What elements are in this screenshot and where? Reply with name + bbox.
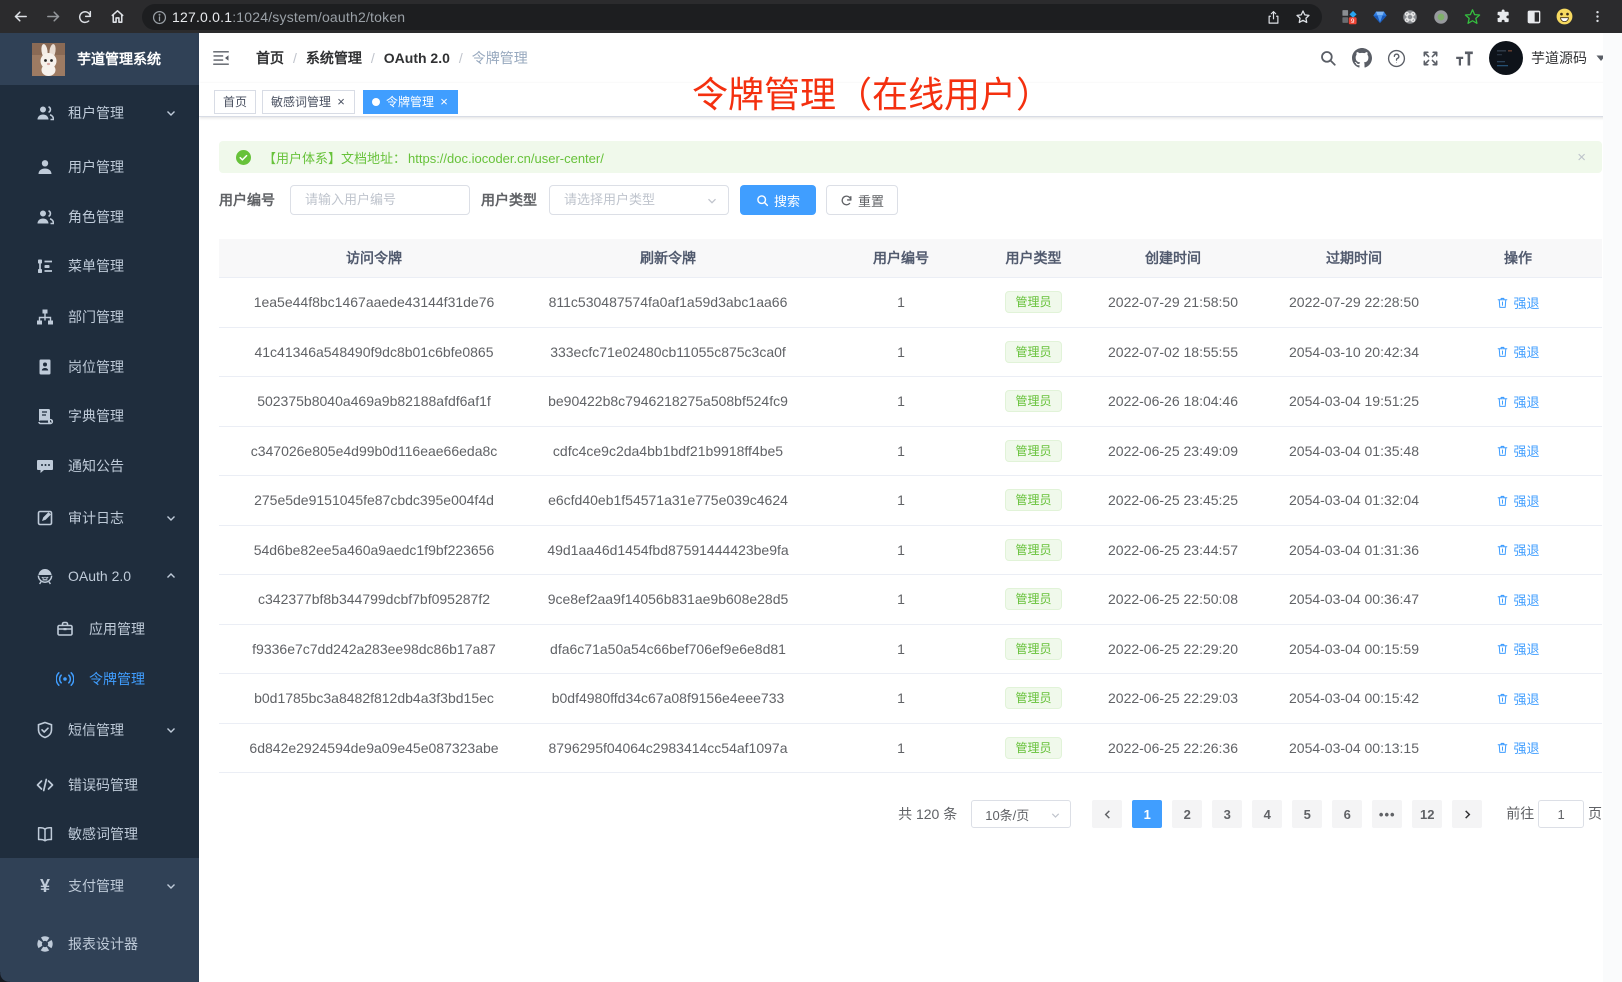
svg-text:9: 9 bbox=[1350, 18, 1354, 25]
svg-text:¥: ¥ bbox=[40, 877, 50, 895]
